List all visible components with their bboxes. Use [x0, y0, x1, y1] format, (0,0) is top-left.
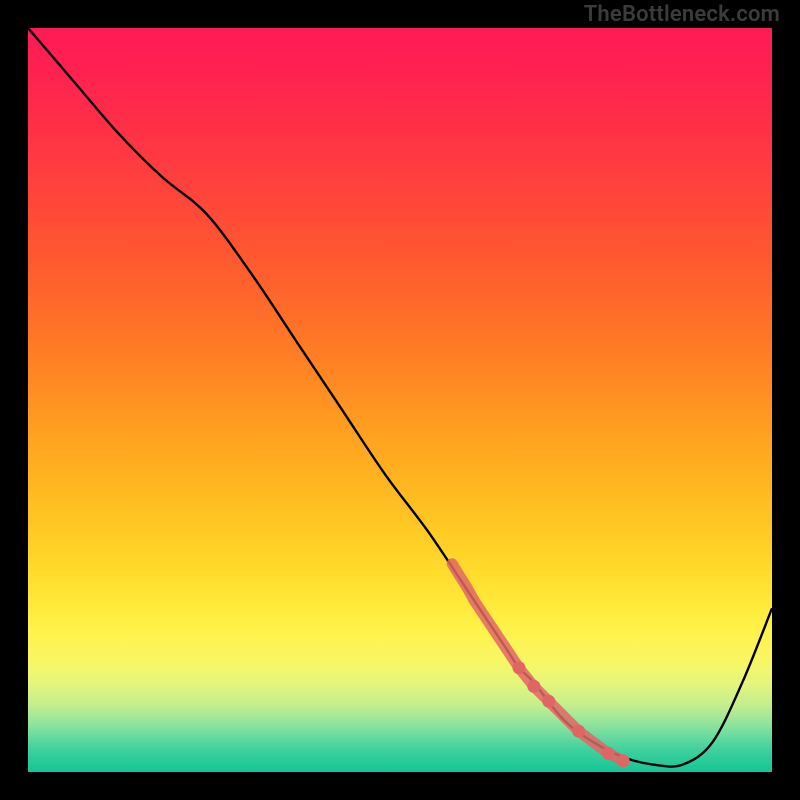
chart-frame: [28, 28, 772, 772]
gradient-background: [28, 28, 772, 772]
highlight-dot: [617, 754, 630, 767]
highlight-dot: [513, 661, 526, 674]
chart-svg: [28, 28, 772, 772]
highlight-dot: [527, 680, 540, 693]
highlight-dot: [602, 747, 615, 760]
highlight-dot: [542, 695, 555, 708]
highlight-dot: [572, 725, 585, 738]
watermark-text: TheBottleneck.com: [584, 2, 780, 27]
